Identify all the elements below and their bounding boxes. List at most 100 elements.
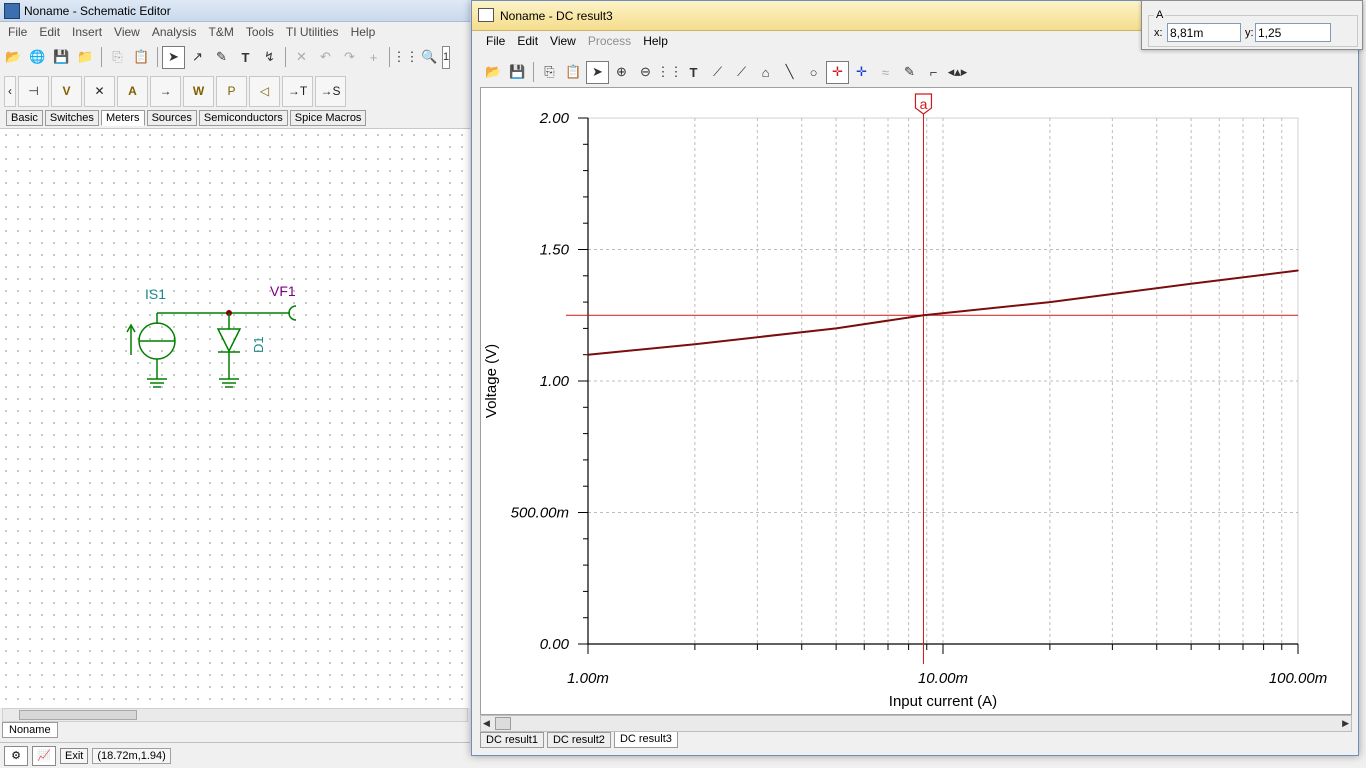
- schematic-hscrollbar[interactable]: [2, 708, 468, 722]
- scroll-thumb[interactable]: [19, 710, 137, 720]
- curve-style-icon[interactable]: ⟋: [730, 61, 753, 84]
- dc-menu-edit[interactable]: Edit: [511, 34, 544, 48]
- cursor-a-icon[interactable]: ✛: [826, 60, 849, 84]
- save-icon[interactable]: 💾: [506, 61, 529, 84]
- tab-basic[interactable]: Basic: [6, 110, 43, 126]
- dc-menubar: File Edit View Process Help: [480, 31, 674, 51]
- meter-button-10[interactable]: →S: [315, 75, 346, 107]
- series-point: [587, 353, 589, 356]
- tab-dc-result2[interactable]: DC result2: [546, 732, 611, 748]
- paste-icon[interactable]: 📋: [562, 61, 585, 84]
- axis-icon[interactable]: ⌂: [754, 61, 777, 84]
- open-folder-icon[interactable]: 📂: [482, 61, 505, 84]
- cursor-name: A: [1154, 9, 1166, 21]
- analysis-icon[interactable]: 📈: [32, 745, 56, 766]
- speaker-icon[interactable]: ◁: [249, 75, 280, 107]
- zoom-100-icon[interactable]: ⊖: [634, 61, 657, 84]
- ammeter-icon[interactable]: A: [117, 75, 148, 107]
- scroll-left-icon[interactable]: ‹: [4, 75, 16, 107]
- voltage-probe-vf1[interactable]: [288, 305, 297, 321]
- circle-tool-icon[interactable]: ○: [802, 61, 825, 84]
- schematic-titlebar[interactable]: Noname - Schematic Editor: [0, 0, 470, 22]
- globe-icon[interactable]: 🌐: [26, 46, 49, 69]
- dc-transfer-chart[interactable]: 1.00m 10.00m 100.00m 0.00 500.00m 1.00 1.50 2.0…: [481, 88, 1351, 714]
- scroll-right-icon[interactable]: ▶: [1342, 718, 1349, 729]
- meter-button-5[interactable]: →: [150, 75, 181, 107]
- cursor-b-icon[interactable]: ✛: [850, 61, 873, 84]
- menu-tools[interactable]: Tools: [240, 25, 280, 39]
- menu-ti-utilities[interactable]: TI Utilities: [280, 25, 345, 39]
- zoom-value-partial[interactable]: 1: [442, 45, 450, 69]
- schematic-statusbar: ⚙ 📈 Exit (18.72m,1.94): [0, 742, 470, 768]
- tab-switches[interactable]: Switches: [44, 110, 99, 126]
- copy-icon[interactable]: ⎘: [106, 46, 129, 69]
- delete-icon[interactable]: ✕: [290, 46, 313, 69]
- cursor-y-field[interactable]: [1255, 23, 1331, 42]
- diode-d1[interactable]: [216, 313, 242, 388]
- open-folder-icon[interactable]: 📂: [2, 46, 25, 69]
- text-tool-icon[interactable]: T: [682, 61, 705, 84]
- plot-scroll-thumb[interactable]: [495, 717, 511, 730]
- wire-icon[interactable]: ↗: [186, 46, 209, 69]
- paste-icon[interactable]: 📋: [130, 46, 153, 69]
- voltmeter-icon[interactable]: V: [51, 75, 82, 107]
- tab-dc-result1[interactable]: DC result1: [480, 732, 544, 748]
- series-point: [922, 314, 925, 317]
- undo-icon[interactable]: ↶: [314, 46, 337, 69]
- x-tick-label: 10.00m: [918, 670, 968, 687]
- zoom-icon[interactable]: 🔍: [418, 46, 441, 69]
- menu-file[interactable]: File: [2, 25, 33, 39]
- redo-icon[interactable]: ↷: [338, 46, 361, 69]
- dc-menu-help[interactable]: Help: [637, 34, 674, 48]
- scroll-left-icon[interactable]: ◀: [483, 718, 490, 729]
- meter-button-3[interactable]: ✕: [84, 75, 115, 107]
- move-cursor-icon[interactable]: ◂▴▸: [946, 61, 969, 84]
- step-icon[interactable]: ⌐: [922, 61, 945, 84]
- settings-icon[interactable]: ⚙: [4, 745, 28, 766]
- grid-icon[interactable]: ⋮⋮: [393, 46, 419, 69]
- menu-edit[interactable]: Edit: [33, 25, 66, 39]
- dc-menu-view[interactable]: View: [544, 34, 582, 48]
- plot-area[interactable]: 1.00m 10.00m 100.00m 0.00 500.00m 1.00 1.50 2.0…: [480, 87, 1352, 715]
- circuit-diagram: IS1 D1 VF1: [126, 283, 297, 388]
- cursor-x-field[interactable]: [1167, 23, 1241, 42]
- exit-button[interactable]: Exit: [60, 747, 89, 764]
- menu-view[interactable]: View: [108, 25, 146, 39]
- source-label: IS1: [145, 286, 166, 302]
- select-arrow-icon[interactable]: ➤: [586, 60, 609, 84]
- junction-icon[interactable]: +: [362, 46, 385, 69]
- wattmeter-icon[interactable]: W: [183, 75, 214, 107]
- menu-help[interactable]: Help: [345, 25, 382, 39]
- folder-save-icon[interactable]: 📁: [74, 46, 97, 69]
- rotate-icon[interactable]: ↯: [258, 46, 281, 69]
- select-arrow-icon[interactable]: ➤: [162, 45, 185, 69]
- wave-icon[interactable]: ≈: [874, 61, 897, 84]
- grid-toggle-icon[interactable]: ⋮⋮: [657, 61, 683, 84]
- menu-insert[interactable]: Insert: [66, 25, 108, 39]
- series-point: [694, 343, 696, 345]
- menu-analysis[interactable]: Analysis: [146, 25, 203, 39]
- curve-edit-icon[interactable]: ⟋: [706, 61, 729, 84]
- tab-dc-result3[interactable]: DC result3: [613, 732, 678, 748]
- menu-tm[interactable]: T&M: [203, 25, 240, 39]
- tab-spice-macros[interactable]: Spice Macros: [289, 110, 367, 126]
- zoom-in-icon[interactable]: ⊕: [610, 61, 633, 84]
- pen-icon[interactable]: ✎: [898, 61, 921, 84]
- dc-menu-file[interactable]: File: [480, 34, 511, 48]
- save-icon[interactable]: 💾: [50, 46, 73, 69]
- pencil-icon[interactable]: ✎: [210, 46, 233, 69]
- doc-tab-noname[interactable]: Noname: [2, 722, 58, 738]
- meter-button-9[interactable]: →T: [282, 75, 313, 107]
- tab-semiconductors[interactable]: Semiconductors: [198, 110, 288, 126]
- line-tool-icon[interactable]: ╲: [778, 61, 801, 84]
- meter-button-1[interactable]: ⊣: [18, 75, 49, 107]
- meter-button-7[interactable]: P: [216, 75, 247, 107]
- plot-hscrollbar[interactable]: ◀ ▶: [480, 715, 1352, 732]
- tab-meters[interactable]: Meters: [100, 110, 145, 126]
- tab-sources[interactable]: Sources: [146, 110, 197, 126]
- schematic-canvas[interactable]: IS1 D1 VF1: [0, 128, 470, 708]
- dc-menu-process[interactable]: Process: [582, 34, 637, 48]
- current-source-is1[interactable]: [126, 313, 176, 388]
- copy-icon[interactable]: ⎘: [538, 61, 561, 84]
- text-tool-icon[interactable]: T: [234, 46, 257, 69]
